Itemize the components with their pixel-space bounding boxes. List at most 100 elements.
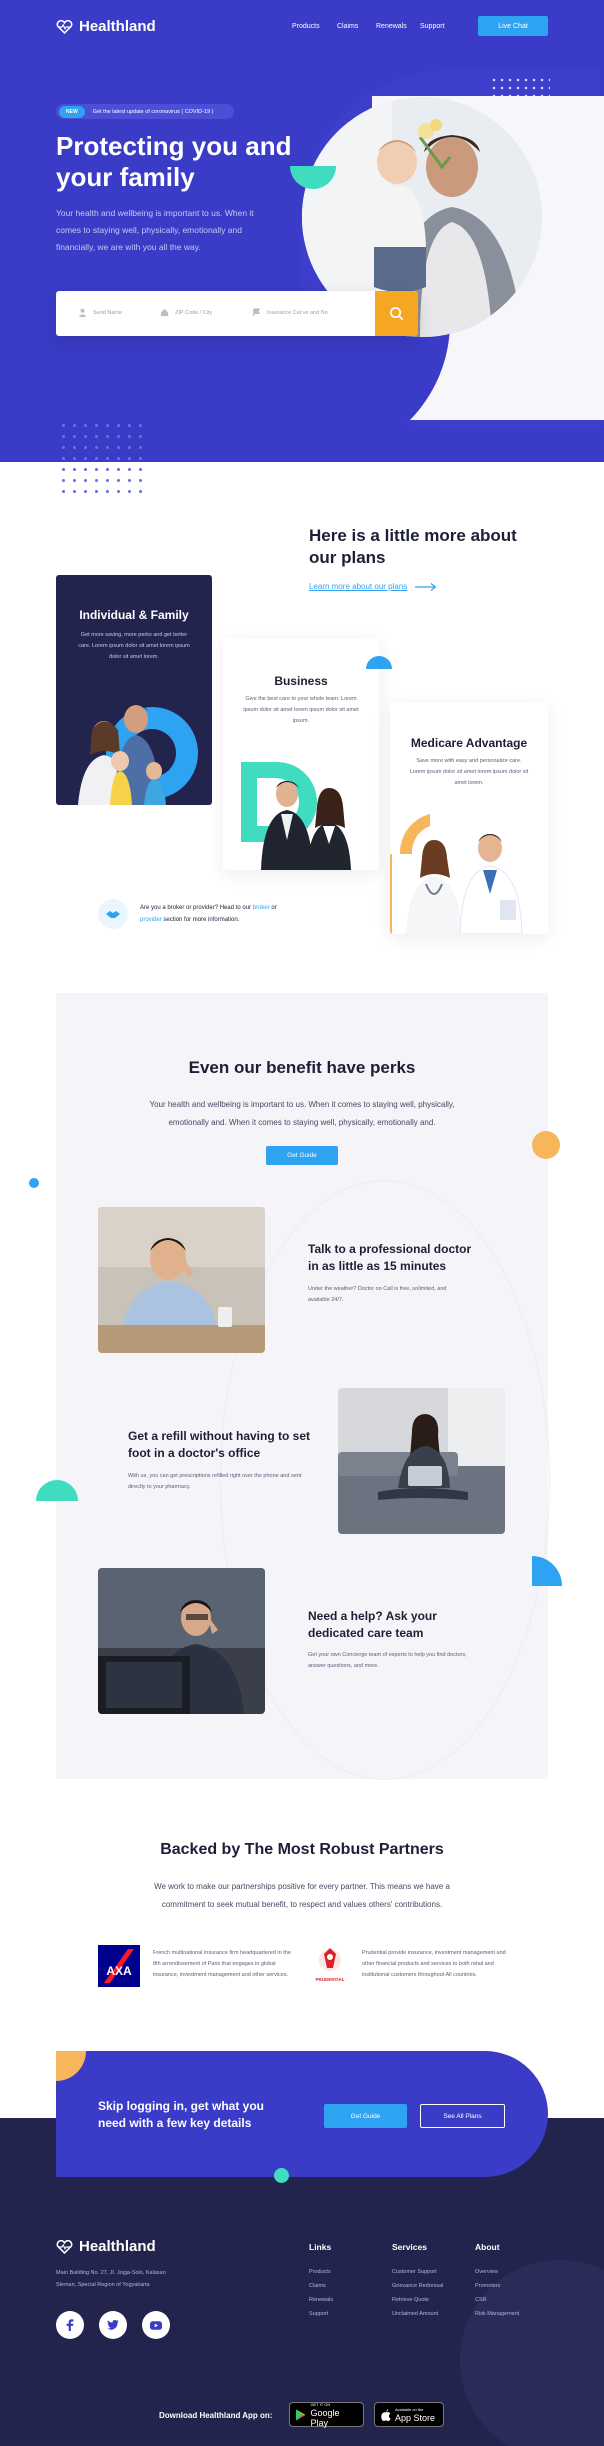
axa-logo[interactable]: AXA	[98, 1945, 140, 1987]
google-play-big: Google Play	[310, 2407, 340, 2428]
prudential-logo[interactable]: PRUDENTIAL	[311, 1944, 349, 1986]
axa-logo-text: AXA	[106, 1964, 132, 1978]
blue-half-decor	[532, 1556, 562, 1586]
feature-title: Need a help? Ask your dedicated care tea…	[308, 1609, 437, 1640]
broker-note: Are you a broker or provider? Head to ou…	[98, 899, 277, 929]
twitter-button[interactable]	[99, 2311, 127, 2339]
nav-item-support[interactable]: Support	[420, 23, 445, 30]
heart-pulse-icon	[56, 2239, 73, 2254]
twitter-icon	[107, 2320, 119, 2330]
partners-subtitle: We work to make our partnerships positiv…	[154, 1882, 450, 1909]
feature-title: Get a refill without having to set foot …	[128, 1429, 311, 1460]
footer-link[interactable]: Risk Management	[475, 2311, 519, 2317]
footer-about-title: About	[475, 2242, 500, 2252]
footer-link[interactable]: Unclaimed Amount	[392, 2311, 438, 2317]
broker-text-suffix: section for more information.	[163, 917, 240, 923]
footer-link[interactable]: Retrieve Quote	[392, 2297, 429, 2303]
footer-brand-name: Healthland	[79, 2238, 156, 2255]
footer-link[interactable]: Support	[309, 2311, 328, 2317]
flag-icon	[253, 308, 261, 317]
partners-title: Backed by The Most Robust Partners	[160, 1841, 444, 1858]
family-illustration	[78, 705, 198, 805]
doctor-on-call-photo	[98, 1207, 265, 1353]
plans-title: Here is a little more about our plans	[309, 526, 517, 567]
care-team-photo	[98, 1568, 265, 1714]
perks-title: Even our benefit have perks	[188, 1058, 416, 1077]
learn-more-link[interactable]: Learn more about our plans	[309, 582, 437, 591]
provider-link[interactable]: provider	[140, 917, 162, 923]
prudential-logo-text: PRUDENTIAL	[316, 1977, 345, 1982]
blue-quarter-decor	[366, 656, 392, 669]
learn-more-label: Learn more about our plans	[309, 582, 408, 591]
search-icon	[390, 307, 404, 321]
youtube-icon	[150, 2320, 162, 2330]
logo[interactable]: Healthland	[56, 18, 156, 35]
footer-link[interactable]: Customer Support	[392, 2269, 437, 2275]
search-button[interactable]	[375, 291, 418, 336]
broker-link[interactable]: broker	[253, 905, 270, 911]
footer-link[interactable]: Promoters	[475, 2283, 500, 2289]
footer-links-title: Links	[309, 2242, 332, 2252]
facebook-button[interactable]	[56, 2311, 84, 2339]
footer-link[interactable]: Claims	[309, 2283, 326, 2289]
app-store-button[interactable]: Available on the App Store	[374, 2402, 444, 2427]
handshake-icon	[98, 899, 128, 929]
apple-icon	[381, 2408, 391, 2421]
feature-title: Talk to a professional doctor in as litt…	[308, 1242, 472, 1273]
youtube-button[interactable]	[142, 2311, 170, 2339]
name-field-placeholder: Send Name	[93, 309, 123, 316]
partner-text: Prudential provide insurance, investment…	[362, 1950, 506, 1978]
feature-text: Get your own Concierge team of experts t…	[308, 1652, 467, 1669]
arrow-right-icon	[415, 582, 437, 591]
footer-link[interactable]: Products	[309, 2269, 331, 2275]
broker-text-prefix: Are you a broker or provider? Head to ou…	[140, 905, 252, 911]
live-chat-button[interactable]: Live Chat	[478, 16, 548, 36]
feature-text: With us, you can get prescriptions refil…	[128, 1473, 302, 1490]
axa-logo-mark: AXA	[104, 1949, 134, 1983]
announcement-pill[interactable]: NEW Get the latest update of coronavirus…	[56, 104, 234, 119]
user-icon	[78, 308, 87, 317]
plan-search-bar: Send Name ZIP Code / City Insurance Cat …	[56, 291, 418, 336]
facebook-icon	[66, 2319, 74, 2331]
broker-text: Are you a broker or provider? Head to ou…	[140, 902, 277, 926]
footer-services-title: Services	[392, 2242, 427, 2252]
prudential-logo-mark: PRUDENTIAL	[316, 1948, 345, 1982]
blue-dot-decor	[29, 1178, 39, 1188]
cta-get-guide-button[interactable]: Get Guide	[324, 2104, 407, 2128]
google-play-icon	[296, 2408, 306, 2421]
plan-card-medicare[interactable]: Medicare Advantage Save more with easy a…	[390, 702, 548, 934]
dots-decor-hero	[58, 420, 148, 500]
nav-item-claims[interactable]: Claims	[337, 23, 358, 30]
plan-field[interactable]: Insurance Cat ve and No	[252, 308, 328, 317]
hero-title: Protecting you and your family	[56, 131, 292, 192]
announcement-text: Get the latest update of coronavirus ( C…	[92, 108, 214, 115]
plan-card-text: Save more with easy and personalize care…	[409, 758, 529, 786]
footer-link[interactable]: Overview	[475, 2269, 498, 2275]
name-field[interactable]: Send Name	[78, 308, 122, 317]
footer-link[interactable]: Grievance Redressal	[392, 2283, 443, 2289]
footer-address: Main Building No. 27, Jl. Jogja-Solo, Ka…	[56, 2270, 166, 2288]
zip-field-placeholder: ZIP Code / City	[175, 309, 213, 316]
plan-card-business[interactable]: Business Give the best care to your whol…	[223, 638, 379, 870]
nav-item-renewals[interactable]: Renewals	[376, 23, 407, 30]
heart-pulse-icon	[56, 19, 73, 34]
nav-item-products[interactable]: Products	[292, 23, 320, 30]
plan-card-text: Give the best care to your whole team. L…	[243, 696, 359, 724]
brand-name: Healthland	[79, 18, 156, 35]
footer-link[interactable]: Renewals	[309, 2297, 333, 2303]
perks-subtitle: Your health and wellbeing is important t…	[149, 1100, 455, 1127]
plan-card-individual[interactable]: Individual & Family Get more saving, mor…	[56, 575, 212, 805]
plan-field-placeholder: Insurance Cat ve and No	[267, 309, 328, 316]
footer-logo[interactable]: Healthland	[56, 2238, 156, 2255]
doctors-illustration	[390, 814, 523, 934]
plan-card-title: Business	[274, 674, 328, 688]
google-play-label: GET IT ON Google Play	[310, 2402, 357, 2428]
get-guide-button[interactable]: Get Guide	[266, 1146, 338, 1165]
google-play-button[interactable]: GET IT ON Google Play	[289, 2402, 364, 2428]
see-all-plans-button[interactable]: See All Plans	[420, 2104, 505, 2128]
feature-text: Under the weather? Doctor on Call is fre…	[308, 1286, 447, 1303]
dots-decor	[490, 76, 550, 96]
zip-field[interactable]: ZIP Code / City	[160, 308, 212, 317]
footer-link[interactable]: CSR	[475, 2297, 487, 2303]
broker-text-or: or	[271, 905, 277, 911]
